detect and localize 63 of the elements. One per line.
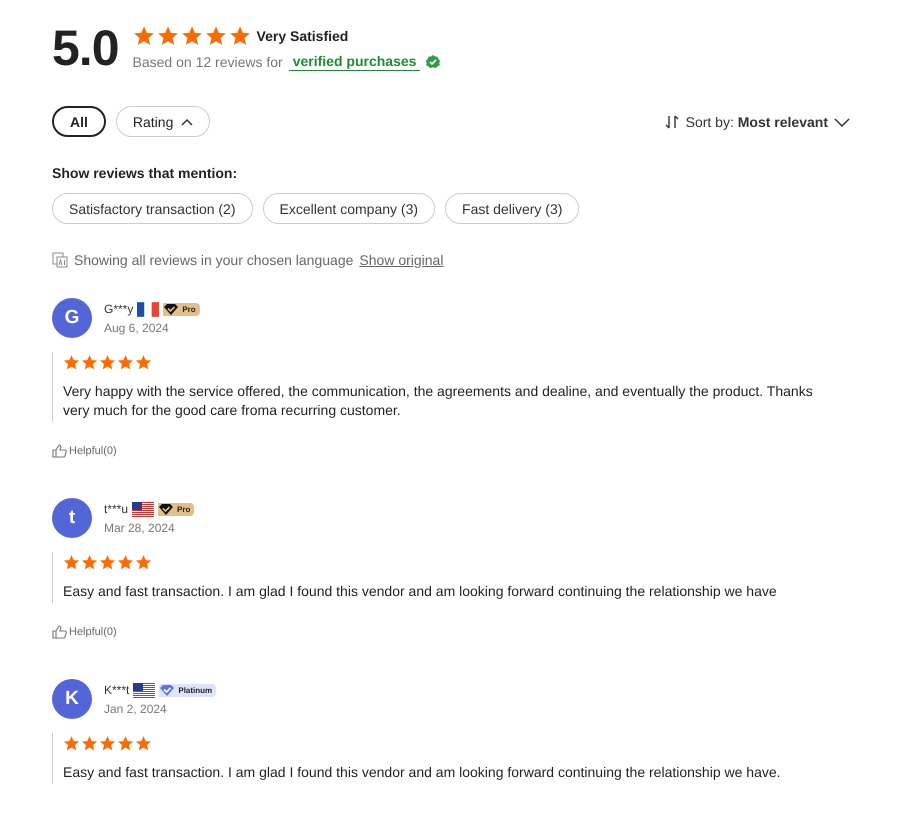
star-icon — [117, 354, 134, 371]
reviewer-name: t***u — [104, 502, 128, 516]
member-badge: Platinum — [159, 684, 216, 696]
star-icon — [81, 554, 98, 571]
star-icon — [99, 735, 116, 752]
star-icon — [63, 554, 80, 571]
diamond-check-icon — [163, 302, 180, 316]
rating-label: Very Satisfied — [256, 28, 348, 44]
helpful-button[interactable]: Helpful(0) — [52, 625, 117, 639]
avatar: t — [52, 498, 92, 538]
review-count-text: Based on 12 reviews for — [132, 54, 283, 70]
star-icon — [228, 25, 251, 47]
star-icon — [135, 735, 152, 752]
avatar: K — [52, 679, 92, 719]
verified-badge-icon — [426, 55, 440, 69]
star-icon — [132, 25, 155, 47]
review-date: Jan 2, 2024 — [104, 702, 168, 716]
review-text: Very happy with the service offered, the communication, the agreements and dealine, and eventually the product. Thanks very much for the good care froma recurring customer. — [63, 382, 814, 420]
language-note: Showing all reviews in your chosen language — [74, 252, 354, 268]
star-icon — [99, 554, 116, 571]
avatar: G — [52, 298, 92, 338]
mention-tag[interactable]: Satisfactory transaction (2) — [52, 193, 253, 224]
verified-purchases-link[interactable]: verified purchases — [288, 53, 420, 71]
review-text: Easy and fast transaction. I am glad I found this vendor and am looking forward continuing the relationship we have — [63, 582, 778, 601]
sort-arrows-icon — [664, 114, 680, 130]
mention-tag[interactable]: Excellent company (3) — [262, 193, 436, 224]
star-icon — [117, 735, 134, 752]
reviewer-name: G***y — [104, 302, 134, 316]
average-score: 5.0 — [52, 20, 119, 76]
flag-icon — [133, 682, 156, 698]
show-original-link[interactable]: Show original — [359, 252, 444, 268]
flag-icon — [137, 302, 160, 316]
review-text: Easy and fast transaction. I am glad I found this vendor and am looking forward continuing the relationship we have. — [63, 763, 782, 782]
diamond-check-icon — [158, 502, 174, 516]
star-icon — [135, 554, 152, 571]
chevron-down-icon — [834, 116, 850, 126]
reviewer-name: K***t — [104, 683, 130, 697]
thumbs-up-icon — [52, 625, 67, 639]
shield-check-icon — [159, 684, 176, 696]
filter-chip[interactable]: Rating — [116, 106, 210, 137]
mentions-heading: Show reviews that mention: — [52, 165, 238, 181]
mention-tag[interactable]: Fast delivery (3) — [445, 193, 580, 224]
review-date: Aug 6, 2024 — [104, 320, 170, 334]
star-icon — [156, 25, 179, 47]
star-icon — [63, 354, 80, 371]
star-icon — [204, 25, 227, 47]
member-badge: Pro — [163, 302, 200, 316]
review-date: Mar 28, 2024 — [104, 520, 176, 534]
member-badge: Pro — [158, 502, 194, 516]
star-icon — [63, 735, 80, 752]
star-icon — [81, 735, 98, 752]
star-icon — [81, 354, 98, 371]
star-icon — [180, 25, 203, 47]
star-icon — [117, 554, 134, 571]
star-icon — [135, 354, 152, 371]
flag-icon — [132, 502, 154, 516]
filter-chip[interactable]: All — [52, 106, 106, 137]
translate-icon — [52, 252, 68, 268]
sort-dropdown[interactable]: Sort by: Most relevant — [664, 114, 850, 130]
star-icon — [99, 354, 116, 371]
chevron-up-icon — [181, 118, 194, 126]
thumbs-up-icon — [52, 444, 67, 458]
helpful-button[interactable]: Helpful(0) — [52, 444, 117, 458]
